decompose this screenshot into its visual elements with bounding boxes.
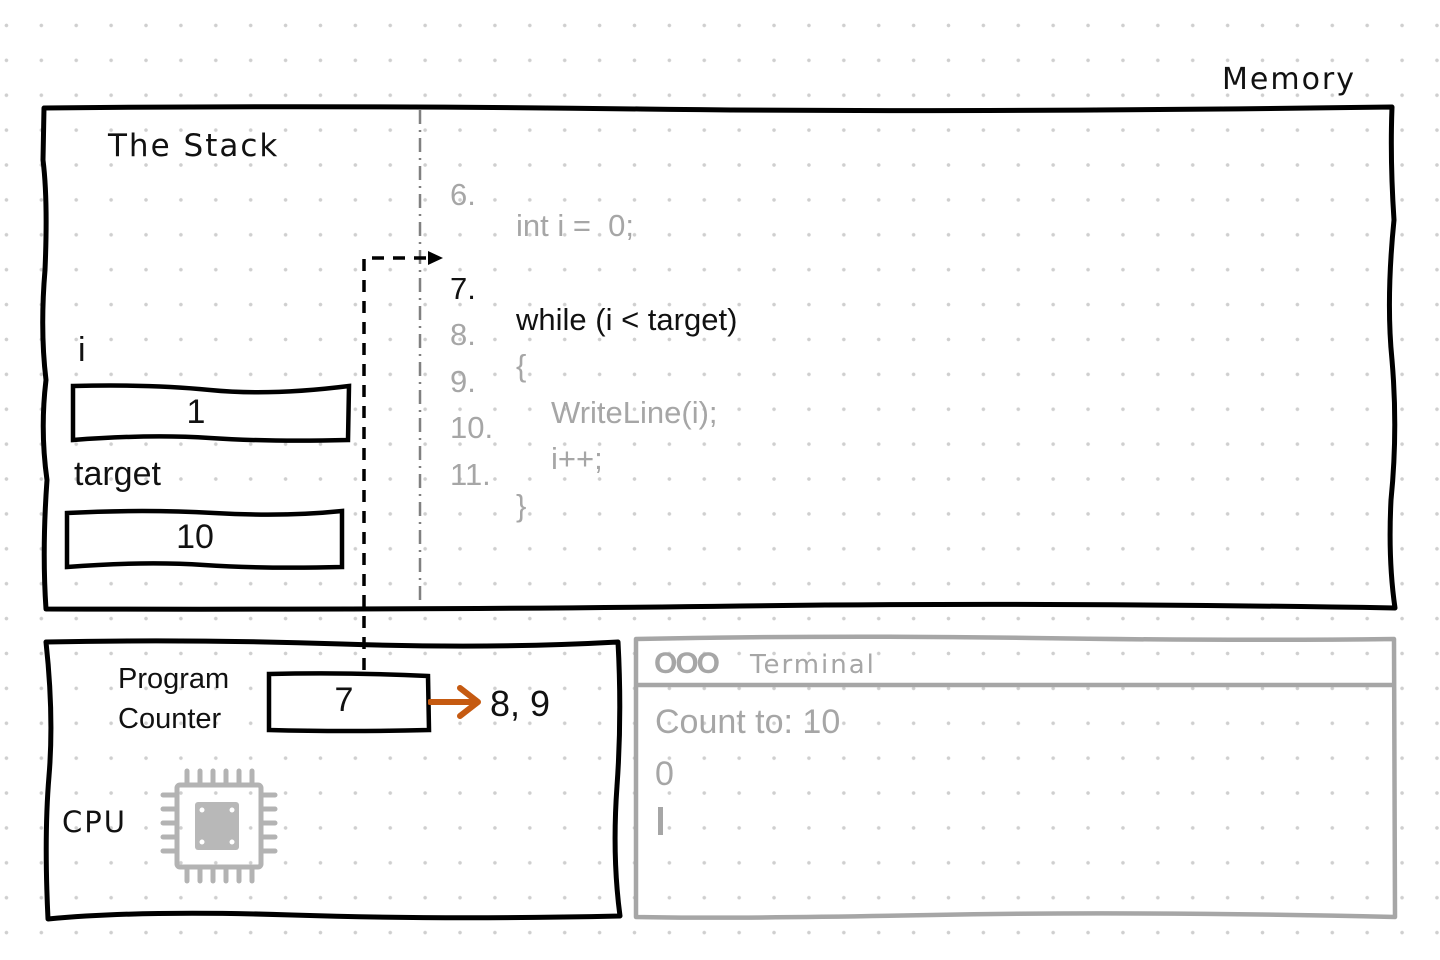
program-counter-pointer-line [362, 251, 443, 670]
code-line-6: 6. int i = 0; [450, 148, 634, 241]
cpu-chip-icon [160, 768, 278, 884]
line-number: 6. [450, 177, 476, 212]
line-code: int i = 0; [516, 208, 635, 243]
program-counter-box: 7 [266, 670, 432, 734]
terminal-window [632, 633, 1400, 923]
terminal-window-border [633, 634, 1398, 920]
next-instruction-arrow-icon [428, 685, 481, 719]
program-counter-label-line1: Program [118, 663, 230, 695]
line-code: i++; [551, 441, 603, 476]
variable-label-i: i [78, 331, 86, 369]
memory-title: Memory [1222, 62, 1357, 97]
line-code: { [516, 348, 527, 383]
cpu-label: CPU [62, 805, 127, 839]
variable-box-i: 1 [70, 382, 352, 444]
next-lines-text: 8, 9 [490, 683, 551, 724]
pointer-arrowhead-icon [428, 251, 443, 265]
terminal-cursor[interactable] [658, 807, 663, 835]
terminal-title: Terminal [750, 650, 876, 680]
terminal-output-line-1: Count to: 10 [655, 703, 841, 741]
variable-value-i: 1 [186, 393, 206, 431]
line-number: 11. [450, 457, 491, 492]
line-code: } [516, 488, 527, 523]
terminal-output-line-2: 0 [655, 755, 674, 793]
line-code: WriteLine(i); [551, 395, 718, 430]
program-counter-value: 7 [334, 681, 354, 719]
program-counter-label: Program Counter [118, 659, 229, 739]
stack-title: The Stack [108, 128, 280, 164]
program-counter-label-line2: Counter [118, 703, 222, 735]
variable-box-target: 10 [64, 507, 346, 571]
line-code: while (i < target) [516, 302, 738, 337]
code-line-11: 11. } [450, 428, 526, 521]
variable-label-target: target [74, 455, 161, 493]
variable-value-target: 10 [176, 518, 214, 556]
terminal-window-buttons[interactable]: OOO [654, 647, 720, 681]
